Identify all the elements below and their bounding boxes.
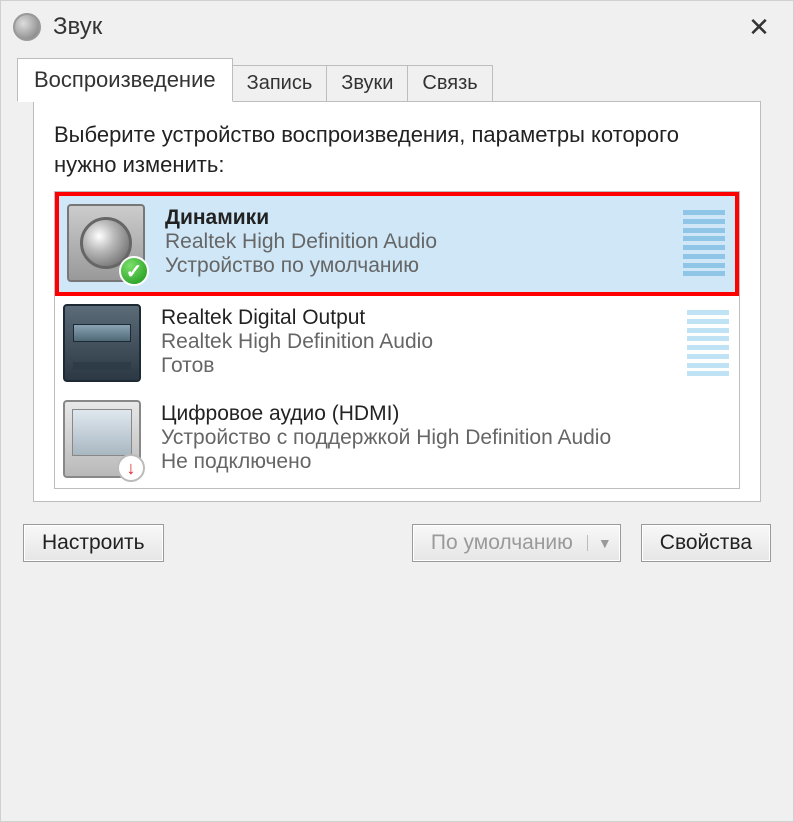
dialog-title: Звук [53, 13, 102, 41]
device-text: Динамики Realtek High Definition Audio У… [165, 204, 675, 278]
speaker-icon: ✓ [67, 204, 145, 282]
device-row-hdmi[interactable]: ↓ Цифровое аудио (HDMI) Устройство с под… [55, 392, 739, 488]
button-row: Настроить По умолчанию ▼ Свойства [1, 512, 793, 584]
device-subtitle: Realtek High Definition Audio [161, 330, 679, 354]
digital-output-icon [63, 304, 141, 382]
titlebar: Звук ✕ [1, 1, 793, 57]
sound-dialog: Звук ✕ Воспроизведение Запись Звуки Связ… [0, 0, 794, 822]
properties-button[interactable]: Свойства [641, 524, 771, 562]
device-subtitle: Realtek High Definition Audio [165, 230, 675, 254]
device-subtitle: Устройство с поддержкой High Definition … [161, 426, 729, 450]
configure-button[interactable]: Настроить [23, 524, 164, 562]
close-button[interactable]: ✕ [737, 9, 781, 45]
device-status: Устройство по умолчанию [165, 254, 675, 278]
device-name: Динамики [165, 206, 675, 230]
tab-recording[interactable]: Запись [232, 65, 328, 102]
chevron-down-icon: ▼ [587, 535, 612, 551]
device-status: Не подключено [161, 450, 729, 474]
tab-communications[interactable]: Связь [407, 65, 492, 102]
sound-icon [13, 13, 41, 41]
playback-panel: Выберите устройство воспроизведения, пар… [33, 101, 761, 502]
set-default-label: По умолчанию [431, 531, 573, 555]
tabs: Воспроизведение Запись Звуки Связь [17, 57, 777, 101]
tab-sounds[interactable]: Звуки [326, 65, 408, 102]
monitor-icon: ↓ [63, 400, 141, 478]
device-row-digital-output[interactable]: Realtek Digital Output Realtek High Defi… [55, 296, 739, 392]
device-list[interactable]: ✓ Динамики Realtek High Definition Audio… [54, 191, 740, 489]
tab-playback[interactable]: Воспроизведение [17, 58, 233, 102]
instruction-text: Выберите устройство воспроизведения, пар… [54, 120, 740, 179]
tabs-container: Воспроизведение Запись Звуки Связь Выбер… [1, 57, 793, 512]
disconnected-icon: ↓ [117, 454, 145, 482]
level-meter [683, 204, 725, 282]
device-text: Цифровое аудио (HDMI) Устройство с подде… [161, 400, 729, 474]
device-name: Цифровое аудио (HDMI) [161, 402, 729, 426]
device-status: Готов [161, 354, 679, 378]
set-default-button[interactable]: По умолчанию ▼ [412, 524, 621, 562]
default-check-icon: ✓ [119, 256, 149, 286]
close-icon: ✕ [748, 12, 770, 43]
device-row-speakers[interactable]: ✓ Динамики Realtek High Definition Audio… [55, 192, 739, 296]
device-text: Realtek Digital Output Realtek High Defi… [161, 304, 679, 378]
device-name: Realtek Digital Output [161, 306, 679, 330]
level-meter [687, 304, 729, 382]
